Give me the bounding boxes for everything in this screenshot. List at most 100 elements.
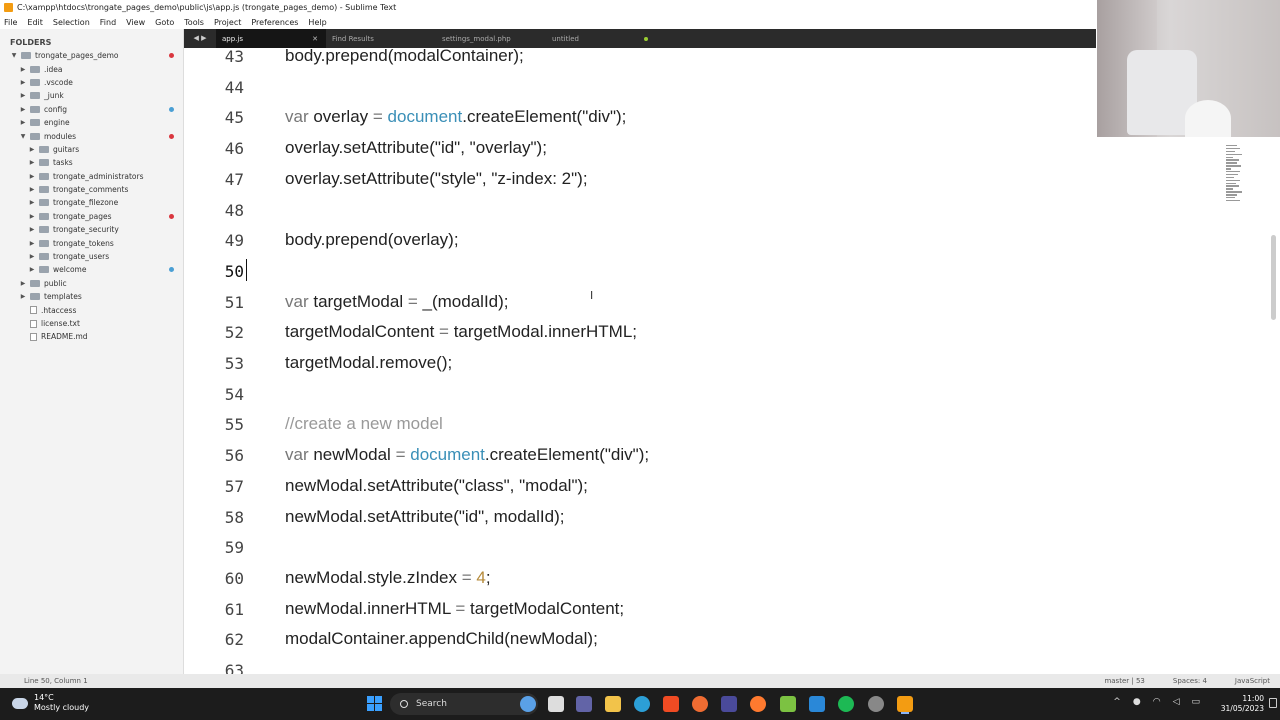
vscode-icon[interactable] <box>809 696 825 712</box>
chevron-right-icon[interactable]: ▶ <box>28 253 36 260</box>
code-line[interactable]: var targetModal = _(modalId); <box>285 292 509 312</box>
chevron-right-icon[interactable]: ▶ <box>28 173 36 180</box>
code-line[interactable]: overlay.setAttribute("id", "overlay"); <box>285 138 547 158</box>
chevron-down-icon[interactable]: ▼ <box>19 133 27 140</box>
sidebar-file[interactable]: README.md <box>0 330 183 343</box>
sidebar-folder[interactable]: ▶ templates <box>0 290 183 303</box>
sidebar-file[interactable]: license.txt <box>0 317 183 330</box>
xampp-icon[interactable] <box>780 696 796 712</box>
windows-start-icon[interactable] <box>367 696 382 711</box>
unsaved-dot-icon[interactable] <box>644 37 648 41</box>
tab-next-icon[interactable]: ▶ <box>201 34 206 42</box>
sublime-taskbar-icon[interactable] <box>897 696 913 712</box>
chevron-right-icon[interactable]: ▶ <box>28 240 36 247</box>
sidebar-folder[interactable]: ▼ modules <box>0 129 183 142</box>
code-line[interactable]: //create a new model <box>285 414 443 434</box>
chevron-right-icon[interactable]: ▶ <box>28 159 36 166</box>
postman-icon[interactable] <box>692 696 708 712</box>
chevron-right-icon[interactable]: ▶ <box>19 66 27 73</box>
chevron-right-icon[interactable]: ▶ <box>28 213 36 220</box>
microphone-icon[interactable]: ● <box>1133 697 1141 707</box>
notification-icon[interactable] <box>1269 698 1277 708</box>
code-line[interactable]: targetModalContent = targetModal.innerHT… <box>285 322 637 342</box>
sidebar-folder[interactable]: ▶ _junk <box>0 89 183 102</box>
code-line[interactable]: targetModal.remove(); <box>285 353 452 373</box>
chevron-right-icon[interactable]: ▶ <box>28 226 36 233</box>
chevron-right-icon[interactable]: ▶ <box>28 266 36 273</box>
sidebar-folder[interactable]: ▶ trongate_tokens <box>0 236 183 249</box>
spotify-icon[interactable] <box>838 696 854 712</box>
sidebar-folder[interactable]: ▶ engine <box>0 116 183 129</box>
chevron-down-icon[interactable]: ▼ <box>10 52 18 59</box>
task-view-icon[interactable] <box>548 696 564 712</box>
chevron-right-icon[interactable]: ▶ <box>19 79 27 86</box>
code-editor[interactable]: 43 body.prepend(modalContainer); 44 45 var o… <box>184 48 1280 674</box>
menu-file[interactable]: File <box>4 18 17 27</box>
copilot-icon[interactable] <box>520 696 536 712</box>
code-line[interactable]: newModal.setAttribute("id", modalId); <box>285 507 564 527</box>
edge-icon[interactable] <box>634 696 650 712</box>
menu-find[interactable]: Find <box>100 18 116 27</box>
file-explorer-icon[interactable] <box>605 696 621 712</box>
sidebar-folder[interactable]: ▶ welcome <box>0 263 183 276</box>
chevron-right-icon[interactable]: ▶ <box>28 199 36 206</box>
git-branch[interactable]: master | 53 <box>1104 677 1144 685</box>
tab-0[interactable]: app.js ✕ <box>216 29 326 48</box>
sidebar-file[interactable]: .htaccess <box>0 303 183 316</box>
taskbar-search[interactable]: Search <box>390 693 538 715</box>
code-line[interactable]: overlay.setAttribute("style", "z-index: … <box>285 169 588 189</box>
sidebar-folder[interactable]: ▶ config <box>0 103 183 116</box>
obs-icon[interactable] <box>721 696 737 712</box>
sidebar-folder[interactable]: ▶ trongate_users <box>0 250 183 263</box>
sidebar-folder[interactable]: ▶ trongate_pages <box>0 210 183 223</box>
code-line[interactable]: newModal.innerHTML = targetModalContent; <box>285 599 624 619</box>
chevron-right-icon[interactable]: ▶ <box>19 293 27 300</box>
menu-view[interactable]: View <box>126 18 145 27</box>
code-line[interactable]: body.prepend(modalContainer); <box>285 48 524 66</box>
sidebar-folder[interactable]: ▼ trongate_pages_demo <box>0 49 183 62</box>
chevron-right-icon[interactable]: ▶ <box>28 146 36 153</box>
sidebar-folder[interactable]: ▶ .vscode <box>0 76 183 89</box>
vertical-scrollbar[interactable] <box>1271 235 1276 320</box>
taskbar-clock[interactable]: 11:00 31/05/2023 <box>1221 694 1264 714</box>
tab-2[interactable]: settings_modal.php <box>436 29 546 48</box>
tab-3[interactable]: untitled <box>546 29 656 48</box>
menu-tools[interactable]: Tools <box>184 18 204 27</box>
sidebar-folder[interactable]: ▶ trongate_administrators <box>0 170 183 183</box>
code-line[interactable]: var newModal = document.createElement("d… <box>285 445 649 465</box>
menu-help[interactable]: Help <box>308 18 326 27</box>
chevron-right-icon[interactable]: ▶ <box>28 186 36 193</box>
chevron-right-icon[interactable]: ▶ <box>19 106 27 113</box>
menu-selection[interactable]: Selection <box>53 18 90 27</box>
tab-close-icon[interactable]: ✕ <box>312 35 318 43</box>
sidebar-folder[interactable]: ▶ .idea <box>0 62 183 75</box>
volume-icon[interactable]: ◁ <box>1173 697 1180 707</box>
chevron-right-icon[interactable]: ▶ <box>19 92 27 99</box>
menu-goto[interactable]: Goto <box>155 18 174 27</box>
firefox-icon[interactable] <box>750 696 766 712</box>
tab-1[interactable]: Find Results <box>326 29 436 48</box>
battery-icon[interactable]: ▭ <box>1191 697 1200 707</box>
code-line[interactable]: modalContainer.appendChild(newModal); <box>285 629 598 649</box>
menu-project[interactable]: Project <box>214 18 241 27</box>
code-line[interactable]: body.prepend(overlay); <box>285 230 459 250</box>
code-line[interactable]: newModal.style.zIndex = 4; <box>285 568 491 588</box>
menu-preferences[interactable]: Preferences <box>251 18 298 27</box>
tray-chevron-icon[interactable]: ^ <box>1113 697 1121 707</box>
sidebar-folder[interactable]: ▶ guitars <box>0 143 183 156</box>
teams-icon[interactable] <box>576 696 592 712</box>
chevron-right-icon[interactable]: ▶ <box>19 280 27 287</box>
indentation-setting[interactable]: Spaces: 4 <box>1173 677 1207 685</box>
sidebar-folder[interactable]: ▶ trongate_security <box>0 223 183 236</box>
minimap[interactable] <box>1226 145 1244 220</box>
cursor-position[interactable]: Line 50, Column 1 <box>0 677 1104 685</box>
tab-prev-icon[interactable]: ◀ <box>193 34 198 42</box>
menu-edit[interactable]: Edit <box>27 18 43 27</box>
code-line[interactable]: newModal.setAttribute("class", "modal"); <box>285 476 588 496</box>
code-line[interactable]: var overlay = document.createElement("di… <box>285 107 626 127</box>
weather-widget[interactable]: 14°C Mostly cloudy <box>12 693 89 713</box>
syntax-setting[interactable]: JavaScript <box>1235 677 1270 685</box>
sidebar-folder[interactable]: ▶ trongate_filezone <box>0 196 183 209</box>
sidebar-folder[interactable]: ▶ tasks <box>0 156 183 169</box>
brave-icon[interactable] <box>663 696 679 712</box>
